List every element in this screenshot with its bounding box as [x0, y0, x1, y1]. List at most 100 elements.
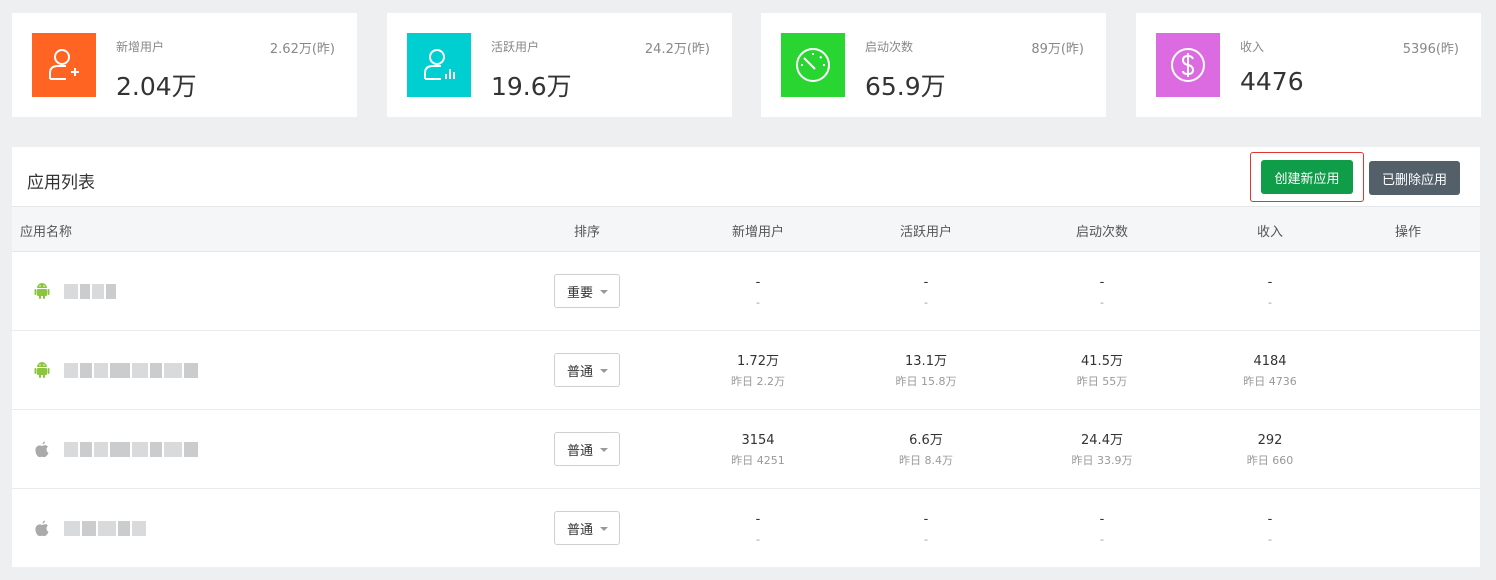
speedometer-icon — [796, 48, 830, 82]
stat-prev: 89万(昨) — [1031, 42, 1084, 57]
cell-prev: - — [1100, 533, 1104, 546]
priority-value: 重要 — [567, 285, 594, 301]
caret-down-icon — [600, 448, 608, 452]
cell-launches: 41.5万 昨日 55万 — [1077, 353, 1128, 390]
stat-value: 19.6万 — [491, 72, 572, 101]
table-row: 普通 1.72万 昨日 2.2万 13.1万 昨日 15.8万 41.5万 昨日… — [12, 331, 1480, 410]
caret-down-icon — [600, 527, 608, 531]
cell-prev: 昨日 33.9万 — [1071, 454, 1133, 467]
cell-value: 4184 — [1253, 354, 1287, 369]
cell-active-users: - - — [924, 511, 929, 548]
cell-prev: 昨日 15.8万 — [895, 375, 957, 388]
cell-prev: - — [924, 296, 928, 309]
table-row: 普通 3154 昨日 4251 6.6万 昨日 8.4万 24.4万 昨日 33… — [12, 410, 1480, 489]
header-new-users: 新增用户 — [731, 225, 785, 240]
stat-value: 65.9万 — [865, 72, 946, 101]
apple-icon — [35, 441, 49, 458]
cell-revenue: - - — [1268, 274, 1273, 311]
cell-prev: - — [756, 296, 760, 309]
create-app-highlight: 创建新应用 — [1250, 152, 1364, 202]
app-list-panel: 应用列表 创建新应用 已删除应用 应用名称 排序 新增用户 活跃用户 启动次数 … — [12, 147, 1480, 567]
cell-value: 292 — [1257, 433, 1283, 448]
cell-value: 3154 — [741, 433, 775, 448]
stat-label: 活跃用户 — [491, 40, 540, 54]
priority-select[interactable]: 普通 — [554, 511, 620, 545]
cell-new-users: 1.72万 昨日 2.2万 — [731, 353, 785, 390]
android-icon — [34, 283, 50, 299]
cell-value: - — [1099, 512, 1105, 527]
cell-value: - — [923, 512, 929, 527]
stat-card-revenue: 收入 5396(昨) 4476 — [1136, 13, 1481, 117]
cell-prev: 昨日 55万 — [1076, 375, 1128, 388]
app-name-redacted[interactable] — [64, 521, 146, 536]
stat-label: 新增用户 — [116, 40, 165, 54]
cell-prev: 昨日 660 — [1246, 454, 1294, 467]
cell-value: 1.72万 — [737, 354, 779, 369]
header-name: 应用名称 — [20, 225, 73, 240]
stats-row: 新增用户 2.62万(昨) 2.04万 活跃用户 24.2万(昨) 19.6万 … — [12, 13, 1481, 117]
cell-new-users: - - — [756, 274, 761, 311]
cell-active-users: 6.6万 昨日 8.4万 — [899, 432, 953, 469]
stat-card-launches: 启动次数 89万(昨) 65.9万 — [761, 13, 1106, 117]
cell-active-users: 13.1万 昨日 15.8万 — [896, 353, 957, 390]
cell-value: 13.1万 — [905, 354, 947, 369]
cell-new-users: - - — [756, 511, 761, 548]
stat-value: 2.04万 — [116, 72, 197, 101]
table-row: 重要 - - - - - - - - — [12, 252, 1480, 331]
table-header: 应用名称 排序 新增用户 活跃用户 启动次数 收入 操作 — [12, 206, 1480, 252]
cell-value: - — [1267, 512, 1273, 527]
header-revenue: 收入 — [1256, 225, 1284, 240]
stat-value: 4476 — [1240, 67, 1304, 96]
caret-down-icon — [600, 369, 608, 373]
user-add-icon — [49, 49, 79, 80]
priority-select[interactable]: 重要 — [554, 274, 620, 308]
cell-prev: 昨日 2.2万 — [731, 375, 785, 388]
stat-prev: 2.62万(昨) — [269, 42, 335, 57]
panel-title: 应用列表 — [27, 173, 95, 193]
stat-tile — [32, 33, 96, 97]
app-name-redacted[interactable] — [64, 363, 198, 378]
header-sort: 排序 — [573, 225, 601, 240]
priority-value: 普通 — [567, 364, 594, 380]
app-name-redacted[interactable] — [64, 442, 198, 457]
cell-prev: - — [924, 533, 928, 546]
stat-tile — [781, 33, 845, 97]
cell-revenue: 292 昨日 660 — [1247, 432, 1294, 469]
priority-select[interactable]: 普通 — [554, 353, 620, 387]
app-name-redacted[interactable] — [64, 284, 116, 299]
android-icon — [34, 362, 50, 378]
cell-prev: - — [1268, 533, 1272, 546]
cell-prev: - — [756, 533, 760, 546]
stat-card-new-users: 新增用户 2.62万(昨) 2.04万 — [12, 13, 357, 117]
cell-value: - — [755, 275, 761, 290]
create-app-button[interactable]: 创建新应用 — [1261, 160, 1353, 194]
cell-value: - — [755, 512, 761, 527]
cell-launches: - - — [1100, 511, 1105, 548]
stat-tile — [407, 33, 471, 97]
priority-select[interactable]: 普通 — [554, 432, 620, 466]
header-actions: 操作 — [1394, 225, 1422, 240]
cell-prev: - — [1268, 296, 1272, 309]
stat-prev: 24.2万(昨) — [644, 42, 710, 57]
cell-revenue: - - — [1268, 511, 1273, 548]
deleted-apps-button[interactable]: 已删除应用 — [1369, 161, 1461, 195]
stat-tile — [1156, 33, 1220, 97]
caret-down-icon — [600, 290, 608, 294]
cell-value: - — [923, 275, 929, 290]
header-launches: 启动次数 — [1075, 225, 1129, 240]
cell-prev: 昨日 4736 — [1243, 375, 1297, 388]
dollar-icon — [1171, 48, 1205, 82]
table-row: 普通 - - - - - - - - — [12, 489, 1480, 568]
cell-revenue: 4184 昨日 4736 — [1243, 353, 1297, 390]
stat-label: 收入 — [1240, 40, 1265, 54]
cell-launches: - - — [1100, 274, 1105, 311]
stat-card-active-users: 活跃用户 24.2万(昨) 19.6万 — [387, 13, 732, 117]
user-active-icon — [424, 49, 455, 80]
priority-value: 普通 — [567, 522, 594, 538]
cell-value: 6.6万 — [909, 433, 943, 448]
cell-value: 41.5万 — [1081, 354, 1123, 369]
priority-value: 普通 — [567, 443, 594, 459]
cell-value: - — [1099, 275, 1105, 290]
cell-prev: 昨日 8.4万 — [899, 454, 953, 467]
header-active-users: 活跃用户 — [899, 225, 953, 240]
